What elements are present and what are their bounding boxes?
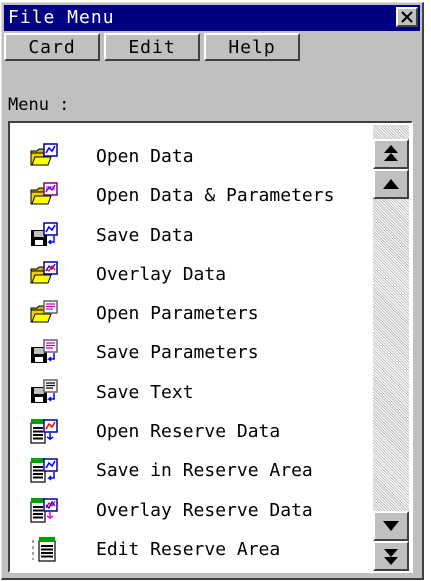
open-data-icon	[30, 143, 58, 166]
list-item-label: Open Data	[96, 146, 194, 167]
list-item-open-reserve-data[interactable]: Open Reserve Data	[10, 412, 370, 451]
open-parameters-icon	[30, 300, 58, 323]
save-data-icon	[31, 221, 58, 246]
menu-list: Open Data Open Data & Parameters Save Da…	[10, 137, 370, 569]
list-item-save-data[interactable]: Save Data	[10, 216, 370, 255]
list-item-label: Overlay Reserve Data	[96, 499, 313, 521]
list-item-label: Save Parameters	[96, 342, 259, 364]
list-item-edit-reserve-area[interactable]: Edit Reserve Area	[10, 530, 370, 569]
scroll-bottom-icon	[384, 549, 398, 565]
list-item-label: Overlay Data	[96, 263, 227, 285]
open-reserve-data-icon	[30, 419, 58, 444]
list-item-open-data[interactable]: Open Data	[10, 137, 370, 176]
list-item-label: Save Data	[96, 224, 194, 246]
open-data-parameters-icon	[30, 182, 58, 205]
list-item-label: Save in Reserve Area	[96, 460, 313, 482]
title-bar[interactable]: File Menu	[4, 5, 420, 31]
edit-menu-button[interactable]: Edit	[104, 33, 200, 61]
list-item-open-parameters[interactable]: Open Parameters	[10, 294, 370, 333]
arrow-down-icon	[383, 521, 399, 531]
edit-reserve-area-icon	[32, 536, 56, 562]
close-icon	[401, 11, 413, 23]
list-item-save-reserve-area[interactable]: Save in Reserve Area	[10, 451, 370, 490]
save-text-icon	[31, 379, 58, 403]
scroll-down-button[interactable]	[373, 511, 409, 541]
save-reserve-area-icon	[30, 458, 58, 483]
list-item-label: Open Data & Parameters	[96, 185, 335, 207]
help-menu-button[interactable]: Help	[204, 33, 300, 61]
list-item-save-text[interactable]: Save Text	[10, 373, 370, 412]
list-item-label: Save Text	[96, 381, 194, 403]
list-item-label: Edit Reserve Area	[96, 538, 281, 560]
scroll-up-button[interactable]	[373, 169, 409, 199]
card-menu-button[interactable]: Card	[4, 33, 100, 61]
menu-bar: Card Edit Help	[4, 32, 420, 62]
list-item-label: Open Parameters	[96, 303, 259, 325]
scroll-to-top-button[interactable]	[373, 139, 409, 169]
overlay-data-icon	[30, 261, 58, 284]
overlay-reserve-data-icon	[30, 497, 58, 523]
list-item-open-data-parameters[interactable]: Open Data & Parameters	[10, 176, 370, 215]
file-menu-window: File Menu Card Edit Help Menu : Open Dat…	[1, 2, 424, 580]
list-item-overlay-reserve-data[interactable]: Overlay Reserve Data	[10, 491, 370, 530]
window-title: File Menu	[8, 7, 115, 28]
scroll-to-bottom-button[interactable]	[373, 541, 409, 571]
save-parameters-icon	[31, 339, 58, 364]
menu-label: Menu :	[8, 95, 70, 115]
scroll-top-icon	[384, 145, 398, 161]
vertical-scrollbar[interactable]	[373, 125, 409, 571]
list-item-label: Open Reserve Data	[96, 421, 281, 443]
list-item-overlay-data[interactable]: Overlay Data	[10, 255, 370, 294]
list-item-save-parameters[interactable]: Save Parameters	[10, 333, 370, 372]
menu-list-box: Open Data Open Data & Parameters Save Da…	[8, 121, 413, 573]
close-button[interactable]	[396, 7, 418, 27]
arrow-up-icon	[383, 179, 399, 189]
